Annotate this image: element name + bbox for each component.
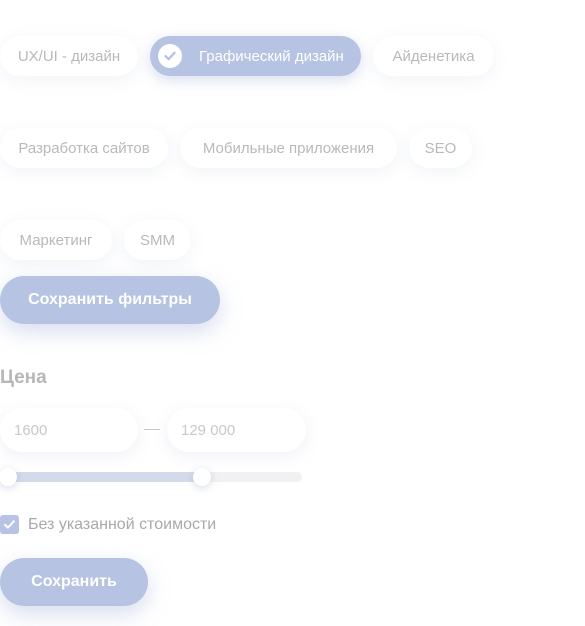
save-filters-label: Сохранить фильтры: [28, 291, 192, 308]
price-min-placeholder: 1600: [14, 421, 48, 439]
save-filters-button[interactable]: Сохранить фильтры: [0, 276, 220, 324]
category-chip-uxui[interactable]: UX/UI - дизайн: [0, 36, 138, 76]
checkmark-icon: [4, 520, 15, 529]
category-chip-label: Айденетика: [392, 47, 475, 65]
category-chip-identics[interactable]: Айденетика: [373, 36, 494, 76]
price-min-input[interactable]: 1600: [0, 408, 138, 452]
category-chip-label: Графический дизайн: [199, 47, 344, 65]
save-label: Сохранить: [31, 573, 117, 590]
no-price-checkbox-label: Без указанной стоимости: [28, 516, 217, 533]
price-max-placeholder: 129 000: [181, 421, 236, 439]
category-chip-smm[interactable]: SMM: [124, 220, 191, 260]
no-price-checkbox[interactable]: [0, 515, 19, 534]
category-chip-label: SMM: [140, 231, 175, 249]
save-button[interactable]: Сохранить: [0, 558, 148, 606]
range-dash: [144, 429, 160, 430]
category-chip-web-dev[interactable]: Разработка сайтов: [0, 128, 168, 168]
category-chip-mobile-apps[interactable]: Мобильные приложения: [180, 128, 397, 168]
price-max-input[interactable]: 129 000: [167, 408, 306, 452]
category-chip-graphic-design[interactable]: Графический дизайн: [150, 36, 361, 76]
category-chip-label: Маркетинг: [19, 231, 93, 249]
check-icon: [158, 44, 182, 68]
category-chip-seo[interactable]: SEO: [409, 128, 472, 168]
price-slider-fill: [8, 472, 203, 482]
price-slider-min-handle[interactable]: [0, 468, 17, 486]
category-chip-label: SEO: [424, 139, 457, 157]
category-chip-label: UX/UI - дизайн: [17, 47, 121, 65]
price-title: Цена: [0, 367, 47, 388]
category-chip-marketing[interactable]: Маркетинг: [0, 220, 112, 260]
category-chip-label: Разработка сайтов: [18, 139, 150, 157]
category-chip-label: Мобильные приложения: [202, 139, 375, 157]
price-slider-max-handle[interactable]: [193, 468, 212, 486]
